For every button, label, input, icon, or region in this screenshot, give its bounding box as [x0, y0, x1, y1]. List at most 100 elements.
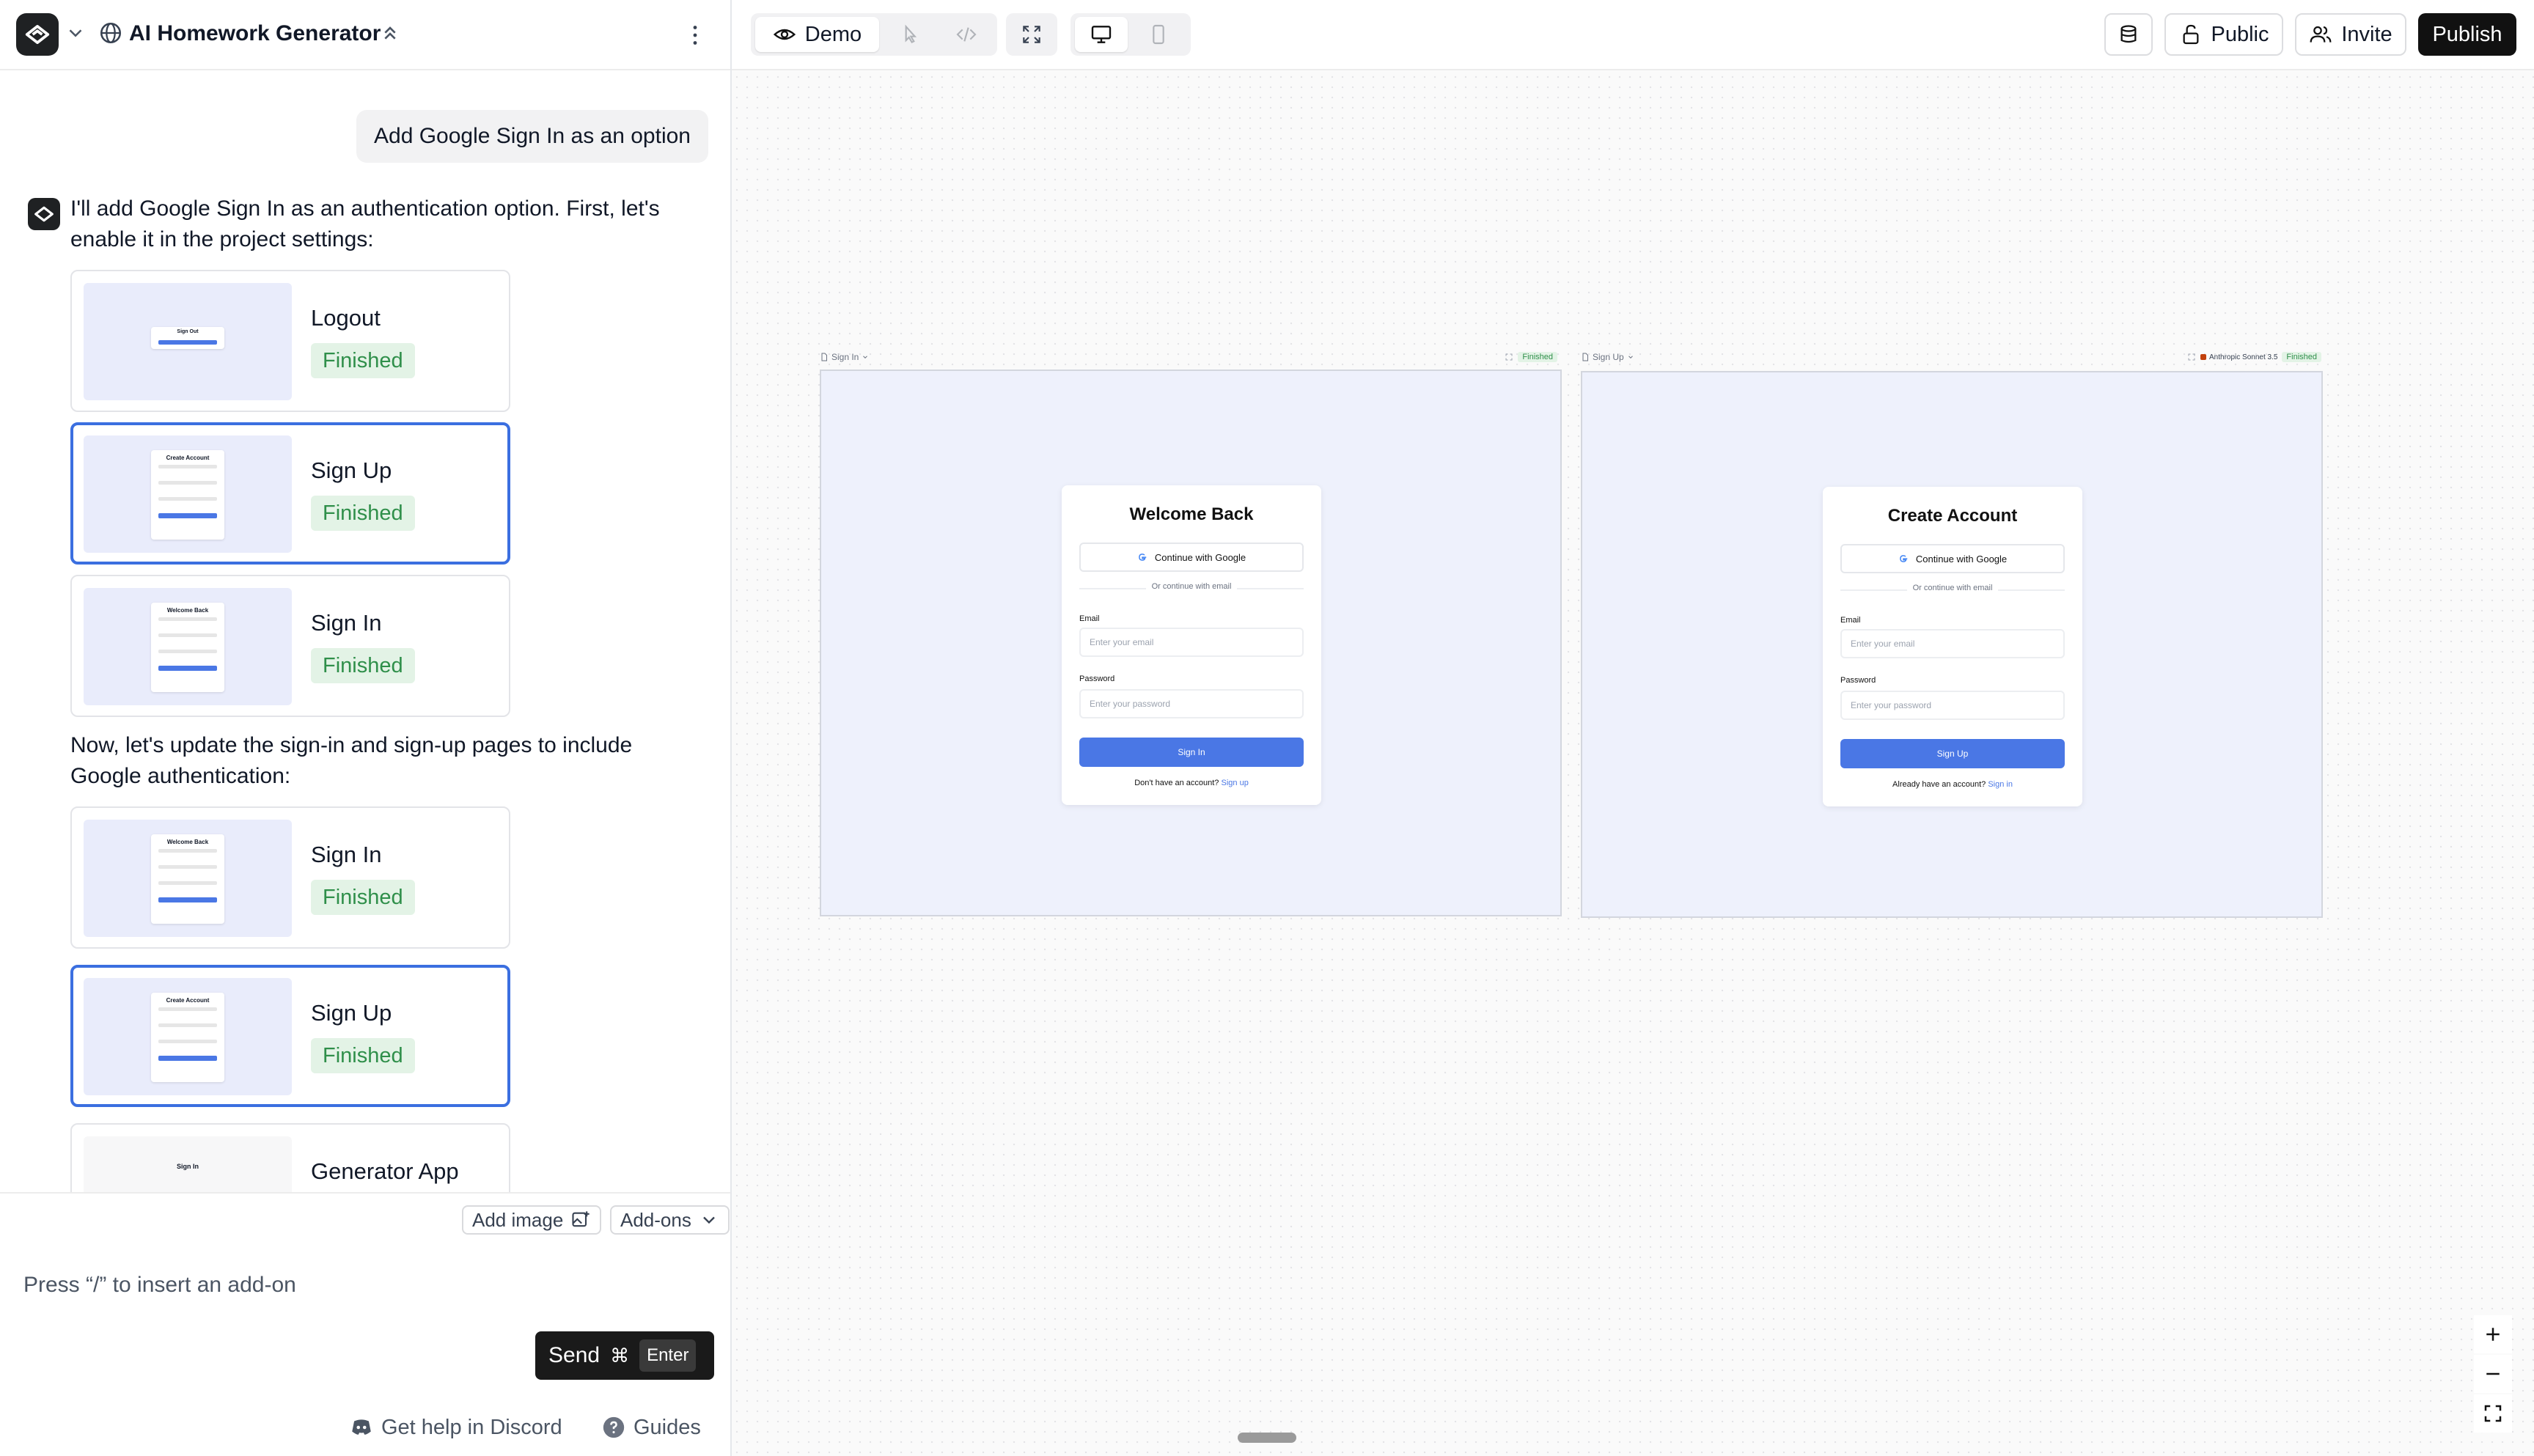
thumb-button [158, 666, 217, 671]
guides-link[interactable]: Guides [601, 1415, 701, 1440]
google-signin-button[interactable]: Continue with Google [1079, 543, 1304, 572]
enter-key: Enter [639, 1339, 697, 1372]
thumb-line [158, 465, 217, 468]
model-label: Anthropic Sonnet 3.5 [2209, 353, 2278, 361]
project-header: AI Homework Generator [0, 0, 730, 70]
expand-icon[interactable] [2187, 353, 2196, 361]
expand-icon [1023, 26, 1040, 43]
artifact-card-sign-up[interactable]: Create Account Sign Up Finished [70, 965, 510, 1107]
password-field[interactable]: Enter your password [1840, 691, 2065, 720]
signin-link[interactable]: Sign in [1988, 780, 2013, 789]
frame-name-label: Sign In [831, 352, 859, 362]
artifact-card-logout[interactable]: Sign Out Logout Finished [70, 270, 510, 412]
discord-help-link[interactable]: Get help in Discord [349, 1415, 562, 1440]
card-thumbnail: Welcome Back [84, 820, 292, 937]
discord-label: Get help in Discord [381, 1415, 562, 1439]
thumb-line [158, 633, 217, 637]
signup-button[interactable]: Sign Up [1840, 739, 2065, 768]
divider-label: Or continue with email [1145, 582, 1238, 591]
fit-view-button[interactable] [2474, 1394, 2512, 1433]
frame-name[interactable]: Sign Up [1581, 352, 1634, 362]
addons-dropdown[interactable]: Add-ons [610, 1205, 730, 1235]
thumb-button [158, 340, 217, 345]
thumb-title: Sign In [177, 1163, 199, 1170]
zoom-out-button[interactable] [2474, 1355, 2512, 1393]
footer-text: Don't have an account? [1134, 779, 1219, 787]
demo-label: Demo [804, 22, 862, 46]
chevron-down-icon [863, 356, 868, 359]
more-vertical-icon[interactable] [682, 21, 708, 50]
minus-icon [2486, 1372, 2500, 1375]
email-field[interactable]: Enter your email [1840, 629, 2065, 658]
google-signup-button[interactable]: Continue with Google [1840, 544, 2065, 573]
status-badge: Finished [311, 496, 415, 531]
thumb-line [158, 865, 217, 869]
signin-button[interactable]: Sign In [1079, 738, 1304, 767]
frame-sign-in[interactable]: Welcome Back Continue with Google Or con… [820, 369, 1562, 916]
select-mode-button[interactable] [884, 17, 936, 52]
send-button[interactable]: Send ⌘ Enter [535, 1331, 714, 1380]
signup-title: Create Account [1887, 506, 2018, 526]
thumb-button [158, 897, 217, 902]
app-logo[interactable] [16, 13, 59, 56]
monitor-icon [1091, 26, 1112, 43]
code-view-button[interactable] [940, 17, 993, 52]
thumb-button [158, 1056, 217, 1061]
thumb-title: Welcome Back [166, 607, 209, 614]
demo-button[interactable]: Demo [755, 17, 879, 52]
database-button[interactable] [2104, 13, 2153, 56]
fullscreen-button[interactable] [1010, 17, 1053, 52]
invite-label: Invite [2341, 22, 2392, 46]
public-label: Public [2211, 22, 2269, 46]
file-icon [1582, 353, 1588, 361]
frame-sign-up[interactable]: Create Account Continue with Google Or c… [1581, 371, 2323, 918]
project-title[interactable]: AI Homework Generator [129, 19, 381, 48]
signup-footer: Already have an account? Sign in [1823, 780, 2082, 789]
google-icon [1139, 554, 1147, 561]
database-icon [2120, 25, 2137, 43]
email-label: Email [1840, 616, 1861, 625]
frame-name[interactable]: Sign In [820, 352, 869, 362]
expand-icon[interactable] [1505, 353, 1513, 361]
fit-screen-icon [2484, 1405, 2502, 1422]
anthropic-icon [2200, 354, 2207, 360]
signup-link[interactable]: Sign up [1222, 779, 1249, 787]
artifact-card-sign-in[interactable]: Welcome Back Sign In Finished [70, 806, 510, 949]
email-field[interactable]: Enter your email [1079, 628, 1304, 657]
invite-button[interactable]: Invite [2295, 13, 2406, 56]
password-field[interactable]: Enter your password [1079, 689, 1304, 718]
pointer-icon [905, 24, 917, 44]
google-icon [1900, 555, 1908, 562]
zoom-in-button[interactable] [2474, 1315, 2512, 1353]
canvas-panel[interactable]: Demo Public Invite Publish Sign In Finis… [732, 0, 2534, 1456]
horizontal-scrollbar[interactable] [1238, 1433, 1296, 1443]
chevron-down-icon [1628, 356, 1633, 359]
add-image-button[interactable]: Add image [462, 1205, 602, 1235]
card-title: Sign In [311, 610, 382, 636]
chevron-down-icon[interactable] [65, 22, 87, 44]
card-title: Sign In [311, 842, 382, 867]
fullscreen-group [1006, 13, 1057, 56]
artifact-card-sign-up[interactable]: Create Account Sign Up Finished [70, 422, 510, 565]
mode-toggle: Demo [751, 13, 997, 56]
thumb-preview: Create Account [151, 993, 224, 1082]
chevron-up-double-icon[interactable] [378, 22, 402, 45]
card-thumbnail: Sign Out [84, 283, 292, 400]
artifact-card-generator-app[interactable]: Sign In Generator App [70, 1123, 510, 1192]
public-button[interactable]: Public [2164, 13, 2283, 56]
status-badge: Finished [311, 880, 415, 915]
file-icon [821, 353, 827, 361]
card-thumbnail: Sign In [84, 1136, 292, 1192]
chevron-down-icon [703, 1216, 715, 1224]
desktop-view-button[interactable] [1075, 17, 1128, 52]
chat-thread[interactable]: Add Google Sign In as an option I'll add… [0, 72, 730, 1192]
thumb-preview: Welcome Back [151, 603, 224, 692]
card-thumbnail: Create Account [84, 978, 292, 1095]
mobile-view-button[interactable] [1132, 17, 1185, 52]
password-label: Password [1079, 674, 1115, 683]
prompt-input[interactable]: Press “/” to insert an add-on [23, 1270, 296, 1301]
publish-button[interactable]: Publish [2418, 13, 2516, 56]
thumb-title: Create Account [166, 997, 210, 1004]
frame-header-sign-up: Sign Up Anthropic Sonnet 3.5 Finished [1581, 349, 2321, 367]
artifact-card-sign-in[interactable]: Welcome Back Sign In Finished [70, 575, 510, 717]
